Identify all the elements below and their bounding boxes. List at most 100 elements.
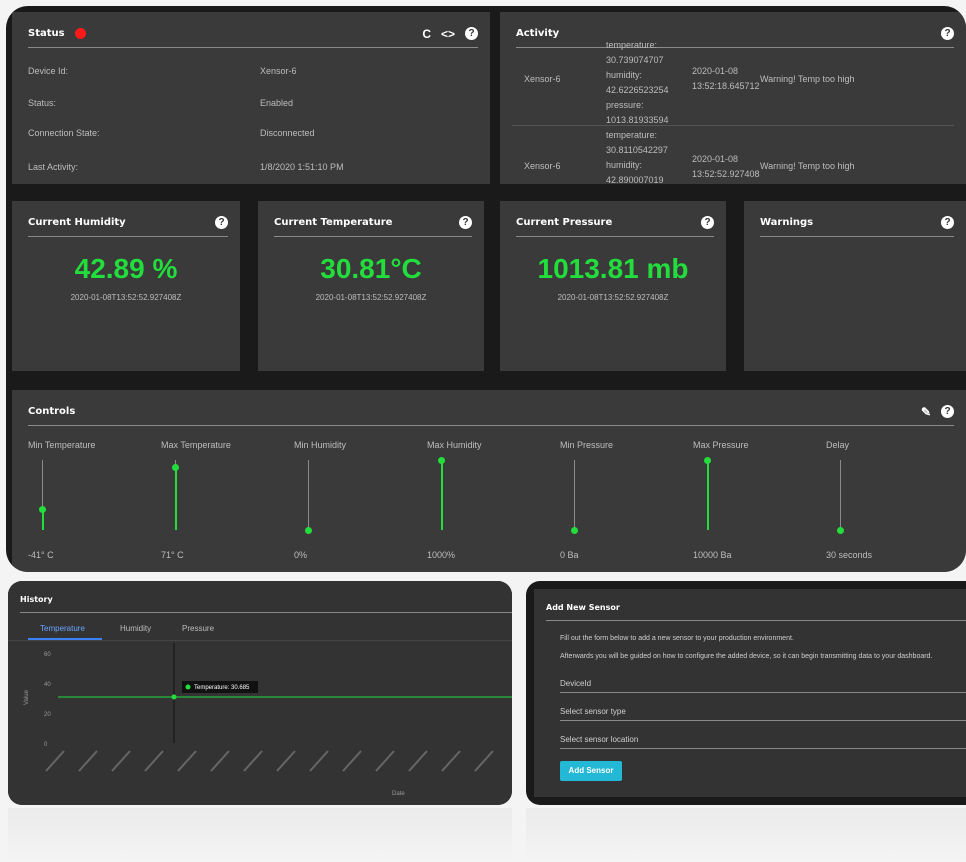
slider-handle[interactable] [305, 527, 312, 534]
connection-state-value: Disconnected [260, 128, 315, 138]
history-panel: History Temperature Humidity Pressure 0 2… [8, 581, 512, 805]
slider-label: Min Temperature [28, 440, 96, 450]
help-icon[interactable]: ? [459, 216, 472, 229]
activity-message: Warning! Temp too high [760, 161, 855, 171]
add-sensor-intro-1: Fill out the form below to add a new sen… [560, 635, 794, 642]
activity-device: Xensor-6 [524, 161, 561, 171]
status-card: Status C <> ? Device Id: Xensor-6 Status… [12, 12, 490, 184]
temperature-timestamp: 2020-01-08T13:52:52.927408Z [315, 293, 427, 302]
refresh-icon[interactable]: C [422, 27, 431, 41]
slider-fill [707, 460, 709, 530]
x-tick-label-blur [375, 750, 395, 772]
slider-label: Delay [826, 440, 850, 450]
activity-card-header: Activity ? [516, 20, 954, 48]
activity-title: Activity [516, 28, 560, 39]
activity-device: Xensor-6 [524, 74, 561, 84]
history-chart: 0 20 40 60 Value Temperature: 30.685 Date [24, 643, 512, 797]
help-icon[interactable]: ? [941, 216, 954, 229]
pressure-card: Current Pressure ? 1013.81 mb 2020-01-08… [500, 201, 726, 371]
status-label: Status: [28, 98, 57, 108]
tooltip-swatch [185, 684, 191, 690]
controls-title: Controls [28, 406, 76, 417]
slider-handle[interactable] [571, 527, 578, 534]
activity-data: temperature: 30.739074707 humidity: 42.6… [606, 40, 669, 125]
add-sensor-intro-2: Afterwards you will be guided on how to … [560, 653, 933, 660]
tooltip-text: Temperature: 30.685 [194, 685, 250, 691]
help-icon[interactable]: ? [701, 216, 714, 229]
slider-track[interactable] [840, 460, 841, 530]
x-tick-label-blur [276, 750, 296, 772]
device-id-value: Xensor-6 [260, 66, 297, 76]
device-id-label: Device Id: [28, 66, 69, 76]
slider-label: Max Pressure [693, 440, 749, 450]
slider-handle[interactable] [837, 527, 844, 534]
history-reflection [8, 808, 512, 862]
sensor-location-select[interactable]: Select sensor location [560, 735, 966, 749]
add-sensor-panel: Add New Sensor Fill out the form below t… [526, 581, 966, 805]
warnings-card: Warnings ? [744, 201, 966, 371]
pressure-value: 1013.81 mb [537, 253, 689, 284]
x-tick-label-blur [144, 750, 164, 772]
x-tick-label-blur [243, 750, 263, 772]
slider-value: -41° C [28, 550, 54, 560]
sensor-type-select[interactable]: Select sensor type [560, 707, 966, 721]
activity-message: Warning! Temp too high [760, 74, 855, 84]
help-icon[interactable]: ? [215, 216, 228, 229]
code-icon[interactable]: <> [441, 27, 455, 41]
history-tabs: Temperature Humidity Pressure [8, 619, 512, 641]
status-title: Status [28, 28, 65, 39]
last-activity-label: Last Activity: [28, 162, 79, 172]
slider-track[interactable] [308, 460, 309, 530]
x-tick-label-blur [45, 750, 65, 772]
history-title: History [20, 595, 53, 604]
tab-temperature[interactable]: Temperature [40, 624, 85, 633]
humidity-timestamp: 2020-01-08T13:52:52.927408Z [70, 293, 182, 302]
tab-pressure[interactable]: Pressure [182, 624, 214, 633]
slider-label: Max Temperature [161, 440, 231, 450]
tab-humidity[interactable]: Humidity [120, 624, 151, 633]
slider-track[interactable] [574, 460, 575, 530]
x-tick-label-blur [441, 750, 461, 772]
slider-handle[interactable] [172, 464, 179, 471]
status-header-icons: C <> ? [422, 27, 478, 41]
x-tick-label-blur [309, 750, 329, 772]
status-value: Enabled [260, 98, 294, 108]
slider-value: 71° C [161, 550, 184, 560]
dashboard: Status C <> ? Device Id: Xensor-6 Status… [6, 6, 966, 572]
slider-label: Min Humidity [294, 440, 347, 450]
y-tick-label: 20 [44, 712, 51, 718]
slider-handle[interactable] [438, 457, 445, 464]
add-sensor-button[interactable]: Add Sensor [560, 761, 622, 781]
x-axis-label: Date [392, 791, 405, 797]
humidity-title: Current Humidity [28, 217, 126, 228]
slider-fill [175, 467, 177, 530]
help-icon[interactable]: ? [465, 27, 478, 40]
help-icon[interactable]: ? [941, 27, 954, 40]
warnings-title: Warnings [760, 217, 814, 228]
slider-label: Max Humidity [427, 440, 482, 450]
slider-value: 0 Ba [560, 550, 579, 560]
edit-pencil-icon[interactable]: ✎ [921, 405, 931, 419]
y-tick-label: 40 [44, 682, 51, 688]
activity-row: Xensor-6 temperature: 30.8110542297 humi… [512, 126, 954, 184]
pressure-timestamp: 2020-01-08T13:52:52.927408Z [557, 293, 669, 302]
device-id-field[interactable]: DeviceId [560, 679, 966, 693]
slider-handle[interactable] [704, 457, 711, 464]
x-tick-label-blur [474, 750, 494, 772]
connection-state-label: Connection State: [28, 128, 100, 138]
help-icon[interactable]: ? [941, 405, 954, 418]
last-activity-value: 1/8/2020 1:51:10 PM [260, 162, 344, 172]
slider-handle[interactable] [39, 506, 46, 513]
temperature-title: Current Temperature [274, 217, 393, 228]
x-tick-label-blur [342, 750, 362, 772]
add-sensor-title: Add New Sensor [546, 603, 620, 612]
slider-value: 0% [294, 550, 308, 560]
slider-fill [441, 460, 443, 530]
x-tick-label-blur [210, 750, 230, 772]
y-tick-label: 0 [44, 742, 48, 748]
slider-label: Min Pressure [560, 440, 614, 450]
activity-card: Activity ? Xensor-6 temperature: 30.7390… [500, 12, 966, 184]
slider-value: 10000 Ba [693, 550, 732, 560]
temperature-value: 30.81°C [320, 253, 422, 284]
hovered-data-point[interactable] [171, 694, 177, 700]
